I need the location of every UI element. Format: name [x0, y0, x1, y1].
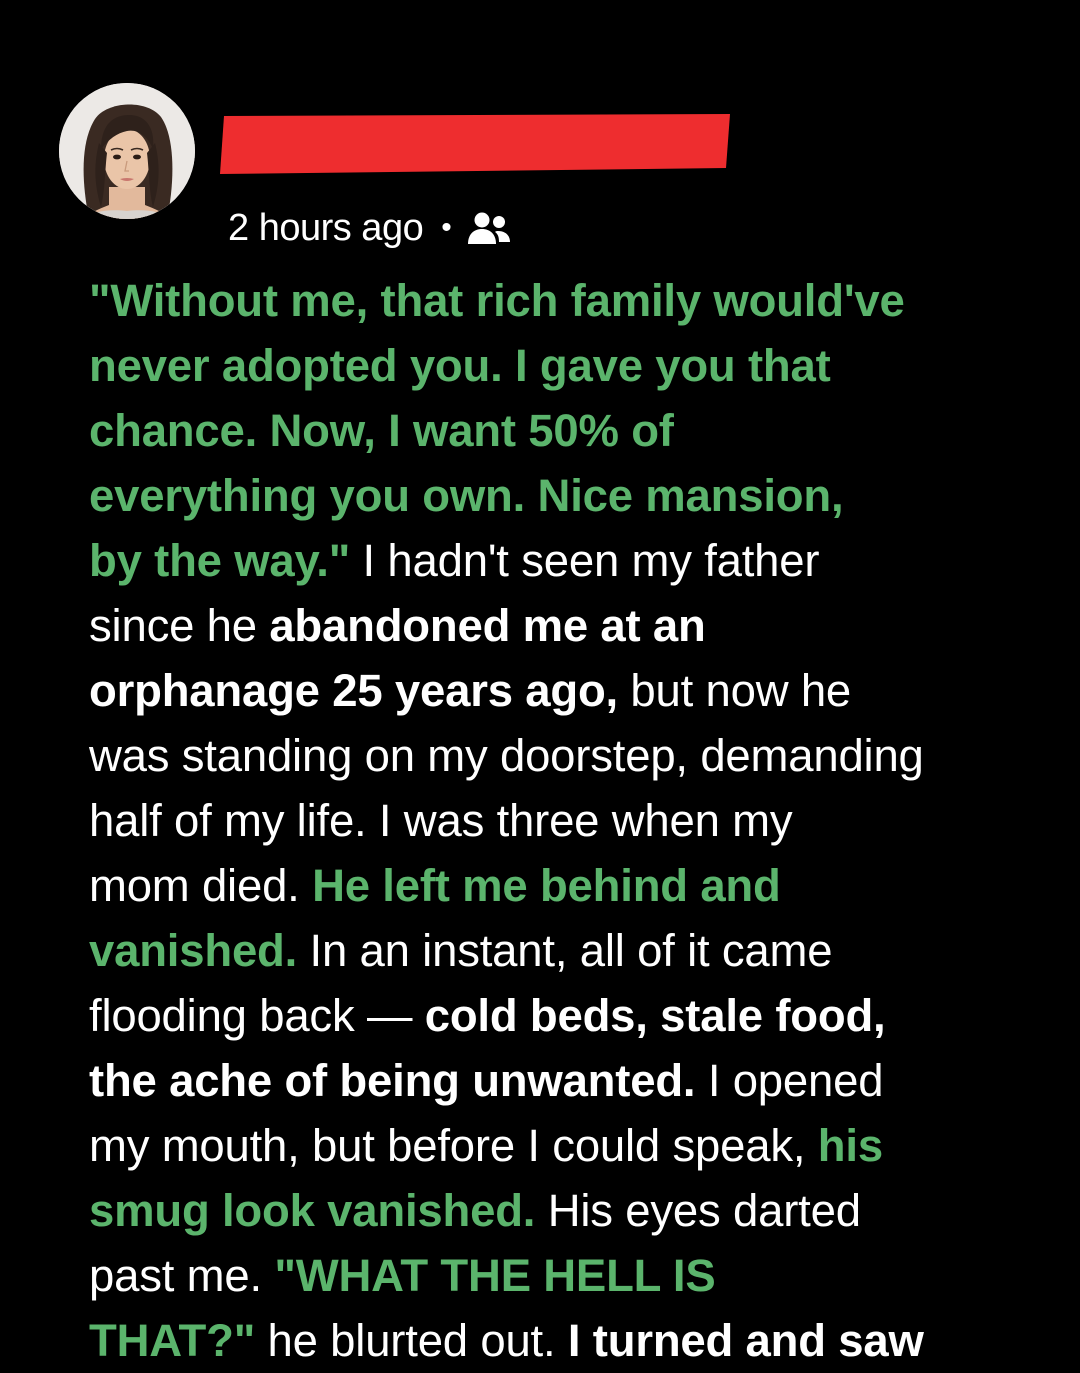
post-text-line: everything you own. Nice mansion,: [89, 463, 1049, 528]
post-text-segment: since he: [89, 600, 270, 651]
post-text-line: THAT?" he blurted out. I turned and saw: [89, 1308, 1049, 1373]
post-text-line: half of my life. I was three when my: [89, 788, 1049, 853]
post-timestamp[interactable]: 2 hours ago: [228, 207, 424, 250]
post-text-segment: His eyes darted: [535, 1185, 861, 1236]
post-text-line: vanished. In an instant, all of it came: [89, 918, 1049, 983]
author-avatar[interactable]: [59, 83, 195, 219]
post-text-segment: past me.: [89, 1250, 275, 1301]
post-text-segment: smug look vanished.: [89, 1185, 536, 1236]
post-text-line: never adopted you. I gave you that: [89, 333, 1049, 398]
post-text-segment: orphanage 25 years ago,: [89, 665, 618, 716]
meta-separator: •: [441, 211, 452, 244]
post-text-segment: abandoned me at an: [269, 600, 706, 651]
post-text-segment: I opened: [695, 1055, 884, 1106]
post-text-line: smug look vanished. His eyes darted: [89, 1178, 1049, 1243]
post-meta: 2 hours ago •: [228, 202, 513, 254]
post-text-segment: flooding back —: [89, 990, 425, 1041]
post-text-segment: my mouth, but before I could speak,: [89, 1120, 818, 1171]
post-text-segment: but now he: [617, 665, 852, 716]
post-text-line: my mouth, but before I could speak, his: [89, 1113, 1049, 1178]
post-text-segment: He left me behind and: [312, 860, 781, 911]
redaction-bar-icon: [220, 114, 730, 174]
post-text-line: flooding back — cold beds, stale food,: [89, 983, 1049, 1048]
post-text-segment: In an instant, all of it came: [297, 925, 833, 976]
post-text-line: since he abandoned me at an: [89, 593, 1049, 658]
post-text-line: by the way." I hadn't seen my father: [89, 528, 1049, 593]
post-text-segment: "WHAT THE HELL IS: [274, 1250, 716, 1301]
post-text-segment: chance. Now, I want 50% of: [89, 405, 674, 456]
audience-selector[interactable]: [465, 208, 513, 248]
post-text-segment: vanished.: [89, 925, 298, 976]
post-text-line: "Without me, that rich family would've: [89, 268, 1049, 333]
post-text-segment: I hadn't seen my father: [350, 535, 820, 586]
post-text-line: mom died. He left me behind and: [89, 853, 1049, 918]
post-text-line: orphanage 25 years ago, but now he: [89, 658, 1049, 723]
post-text-segment: he blurted out.: [255, 1315, 568, 1366]
post-text-segment: I turned and saw: [567, 1315, 924, 1366]
post-text-segment: everything you own. Nice mansion,: [89, 470, 844, 521]
post-text-line: past me. "WHAT THE HELL IS: [89, 1243, 1049, 1308]
post-text-segment: half of my life. I was three when my: [89, 795, 793, 846]
post-text-segment: mom died.: [89, 860, 313, 911]
redacted-author-name[interactable]: [218, 112, 730, 174]
post-header: 2 hours ago •: [0, 0, 1080, 260]
post-text-segment: never adopted you. I gave you that: [89, 340, 831, 391]
post-text-line: was standing on my doorstep, demanding: [89, 723, 1049, 788]
avatar-portrait-icon: [59, 83, 195, 219]
post-text-segment: by the way.": [89, 535, 351, 586]
post-text-segment: the ache of being unwanted.: [89, 1055, 696, 1106]
post-text-segment: "Without me, that rich family would've: [89, 275, 905, 326]
post-text-segment: cold beds, stale food,: [424, 990, 886, 1041]
post-text-line: the ache of being unwanted. I opened: [89, 1048, 1049, 1113]
post-text-segment: was standing on my doorstep, demanding: [89, 730, 924, 781]
post-text-segment: THAT?": [89, 1315, 256, 1366]
post-body-text: "Without me, that rich family would've ne…: [89, 268, 1049, 1373]
post-text-segment: his: [817, 1120, 883, 1171]
post-text-line: chance. Now, I want 50% of: [89, 398, 1049, 463]
friends-icon: [468, 212, 511, 244]
